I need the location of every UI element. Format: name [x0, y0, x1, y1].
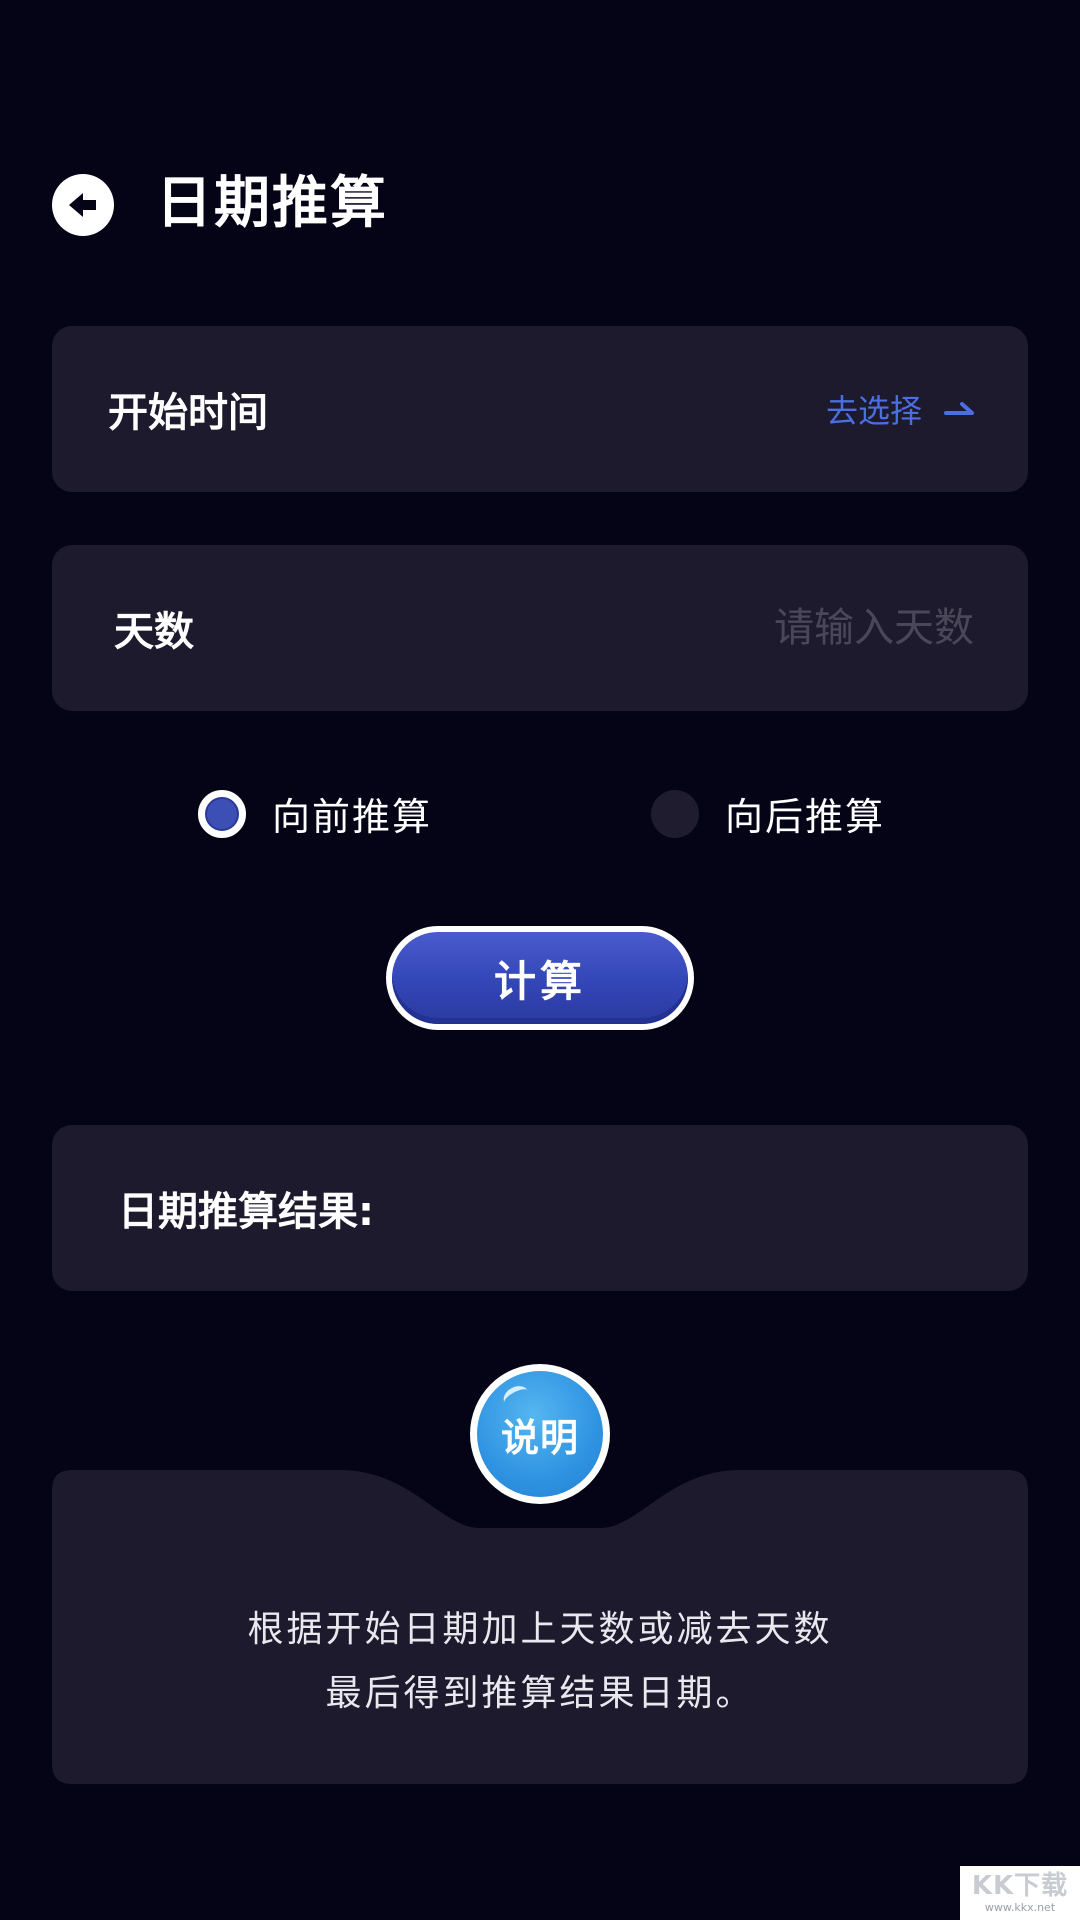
- result-label: 日期推算结果:: [118, 1189, 374, 1235]
- days-row: 天数: [52, 545, 1028, 711]
- explanation-badge-inner: 说明: [477, 1371, 603, 1497]
- page-title: 日期推算: [156, 171, 388, 236]
- explanation-panel: 根据开始日期加上天数或减去天数 最后得到推算结果日期。: [52, 1470, 1028, 1784]
- arrow-left-circle-icon: [69, 193, 96, 217]
- radio-forward-indicator[interactable]: [198, 789, 246, 838]
- explanation-line: 最后得到推算结果日期。: [325, 1673, 755, 1714]
- explanation-badge-label: 说明: [500, 1415, 579, 1460]
- explanation-text: 根据开始日期加上天数或减去天数 最后得到推算结果日期。: [52, 1598, 1028, 1726]
- calculate-button-label: 计算: [392, 932, 688, 1024]
- radio-backward-label: 向后推算: [725, 795, 886, 839]
- radio-backward-indicator[interactable]: [651, 789, 699, 838]
- select-label: 去选择: [825, 392, 922, 430]
- radio-backward[interactable]: 向后推算: [651, 786, 885, 841]
- days-label: 天数: [114, 609, 194, 655]
- select-start-time-button[interactable]: 去选择: [826, 386, 976, 432]
- explanation-line: 根据开始日期加上天数或减去天数: [247, 1609, 833, 1650]
- calculate-button[interactable]: 计算: [386, 926, 694, 1030]
- arrow-right-icon: [944, 402, 974, 415]
- result-panel: 日期推算结果:: [52, 1125, 1028, 1291]
- watermark-logo: KK下载 www.kkx.net: [960, 1866, 1080, 1920]
- watermark-url: www.kkx.net: [984, 1901, 1056, 1914]
- radio-forward-label: 向前推算: [272, 795, 433, 839]
- start-time-label: 开始时间: [108, 390, 268, 436]
- days-input[interactable]: [612, 604, 976, 652]
- radio-forward[interactable]: 向前推算: [198, 786, 432, 841]
- start-time-row[interactable]: 开始时间 去选择: [52, 326, 1028, 492]
- explanation-badge: 说明: [470, 1364, 610, 1504]
- watermark-logo-text: KK下载: [971, 1871, 1069, 1901]
- back-button[interactable]: [52, 174, 114, 236]
